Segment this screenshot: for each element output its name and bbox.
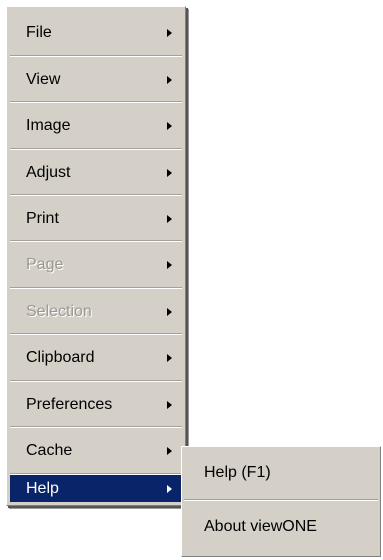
chevron-right-icon [167,260,172,269]
chevron-right-icon [167,214,172,223]
menu-item-label: Help [26,479,59,497]
chevron-right-icon [167,121,172,130]
chevron-right-icon [167,446,172,455]
menu-item-label: Selection [26,302,92,320]
submenu-item-about[interactable]: About viewONE [184,503,378,551]
menu-item-label: Clipboard [26,348,95,366]
help-submenu: Help (F1) About viewONE [181,446,381,557]
menu-item-cache[interactable]: Cache [10,428,182,473]
menu-item-clipboard[interactable]: Clipboard [10,335,182,380]
chevron-right-icon [167,75,172,84]
menu-item-label: Cache [26,441,73,459]
chevron-right-icon [167,28,172,37]
menu-item-selection: Selection [10,289,182,334]
menu-item-help[interactable]: Help [10,475,182,502]
menu-item-label: Print [26,209,59,227]
submenu-separator [184,499,378,501]
menu-item-label: View [26,70,61,88]
menu-item-label: Page [26,255,64,273]
chevron-right-icon [167,307,172,316]
chevron-right-icon [167,353,172,362]
chevron-right-icon [167,484,172,493]
menu-item-label: Adjust [26,163,71,181]
menu-item-image[interactable]: Image [10,103,182,148]
menu-item-adjust[interactable]: Adjust [10,150,182,195]
chevron-right-icon [167,168,172,177]
menu-item-page: Page [10,242,182,287]
menu-item-label: Image [26,116,71,134]
chevron-right-icon [167,400,172,409]
menu-item-preferences[interactable]: Preferences [10,382,182,427]
menu-item-print[interactable]: Print [10,196,182,241]
menu-item-view[interactable]: View [10,57,182,102]
submenu-item-label: About viewONE [204,518,317,535]
menu-item-file[interactable]: File [10,10,182,55]
submenu-item-label: Help (F1) [204,464,271,481]
submenu-item-help-f1[interactable]: Help (F1) [184,449,378,497]
menu-item-label: Preferences [26,395,113,413]
context-menu: File View Image Adjust Print Page Select… [6,6,186,506]
screen: File View Image Adjust Print Page Select… [0,0,383,560]
menu-item-label: File [26,23,52,41]
